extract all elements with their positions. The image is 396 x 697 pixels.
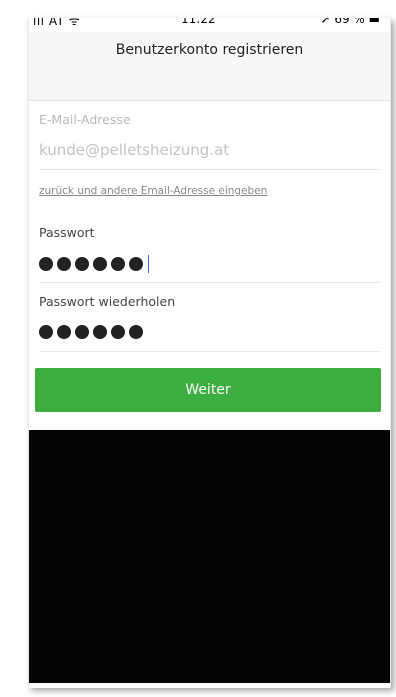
password-dot	[129, 257, 143, 271]
password-dot	[111, 325, 125, 339]
battery-percent: 69 %	[334, 18, 365, 26]
password-dot	[39, 257, 53, 271]
next-button[interactable]: Weiter	[35, 368, 381, 412]
password-label: Passwort	[39, 225, 95, 240]
keyboard-area[interactable]	[29, 430, 390, 683]
password-dot	[93, 257, 107, 271]
change-email-link[interactable]: zurück und andere Email-Adresse eingeben	[39, 185, 267, 197]
nav-bar: Benutzerkonto registrieren	[29, 32, 390, 101]
repeat-password-divider	[39, 351, 379, 352]
password-dot	[93, 325, 107, 339]
password-dot	[57, 325, 71, 339]
page-title: Benutzerkonto registrieren	[115, 42, 304, 58]
password-dot	[75, 257, 89, 271]
battery-icon: ▬	[368, 18, 380, 26]
repeat-password-label: Passwort wiederholen	[39, 294, 176, 309]
email-field: kunde@pelletsheizung.at	[39, 141, 230, 159]
password-dot	[57, 257, 71, 271]
repeat-password-input[interactable]	[39, 323, 147, 341]
status-bar: ııı AT ᯤ 11:22 ➚ 69 % ▬	[29, 18, 390, 32]
password-dot	[129, 325, 143, 339]
screenshot-frame: ııı AT ᯤ 11:22 ➚ 69 % ▬ Benutzerkonto re…	[0, 0, 396, 697]
password-dot	[111, 257, 125, 271]
password-dot	[39, 325, 53, 339]
password-dot	[75, 325, 89, 339]
carrier-label: ııı AT	[33, 18, 69, 28]
carrier-signal: ııı AT ᯤ	[33, 18, 80, 29]
status-time: 11:22	[181, 18, 216, 26]
text-cursor	[148, 255, 149, 273]
wifi-icon: ᯤ	[68, 18, 81, 28]
phone-screen: ııı AT ᯤ 11:22 ➚ 69 % ▬ Benutzerkonto re…	[28, 18, 391, 688]
battery-status: ➚ 69 % ▬	[320, 18, 380, 26]
email-divider	[39, 169, 379, 170]
email-label: E-Mail-Adresse	[39, 112, 131, 127]
location-icon: ➚	[320, 18, 331, 26]
password-input[interactable]	[39, 255, 149, 273]
password-divider	[39, 282, 379, 283]
